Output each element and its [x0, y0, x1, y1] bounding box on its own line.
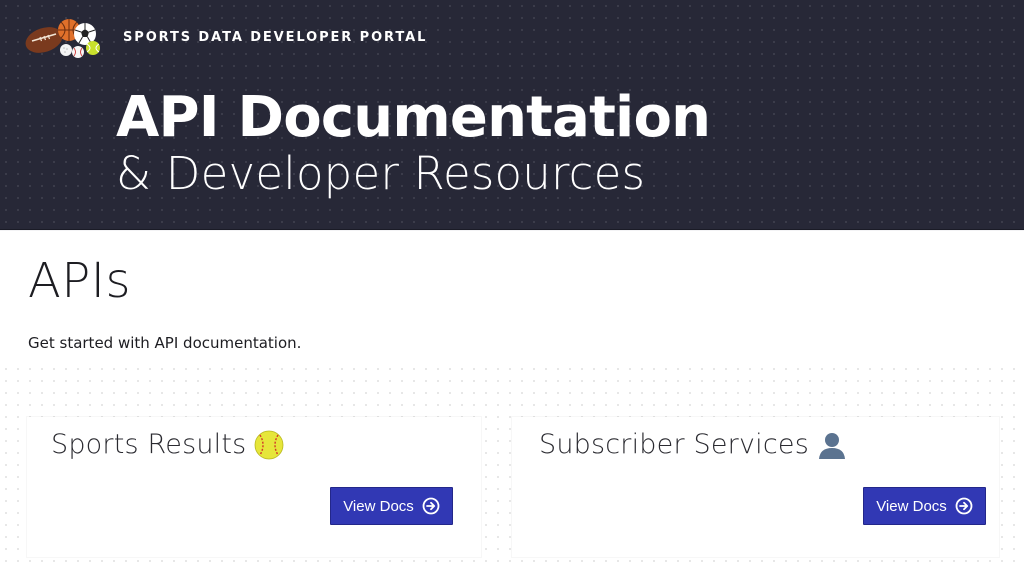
portal-title-link[interactable]: SPORTS DATA DEVELOPER PORTAL — [123, 30, 427, 45]
api-card-subscriber-services: Subscriber Services View Docs — [512, 417, 999, 557]
view-docs-label: View Docs — [343, 497, 414, 515]
view-docs-label: View Docs — [876, 497, 947, 515]
page-description: Get started with API documentation. — [28, 334, 302, 352]
softball-icon — [255, 430, 284, 459]
main-content: APIs Get started with API documentation.… — [0, 231, 1024, 568]
hero-title: API Documentation — [116, 85, 711, 150]
sports-balls-icon[interactable] — [22, 14, 104, 60]
arrow-circle-right-icon — [955, 497, 973, 515]
card-title: Sports Results — [51, 429, 284, 460]
page-title: APIs — [28, 253, 131, 309]
card-title-text: Sports Results — [51, 429, 247, 460]
view-docs-button[interactable]: View Docs — [863, 487, 986, 525]
hero-subtitle: & Developer Resources — [116, 147, 646, 200]
card-title: Subscriber Services — [539, 429, 847, 460]
card-title-text: Subscriber Services — [539, 429, 809, 460]
user-silhouette-icon — [819, 432, 845, 459]
site-header: SPORTS DATA DEVELOPER PORTAL API Documen… — [0, 0, 1024, 230]
api-card-sports-results: Sports Results View Docs — [27, 417, 481, 557]
arrow-circle-right-icon — [422, 497, 440, 515]
view-docs-button[interactable]: View Docs — [330, 487, 453, 525]
